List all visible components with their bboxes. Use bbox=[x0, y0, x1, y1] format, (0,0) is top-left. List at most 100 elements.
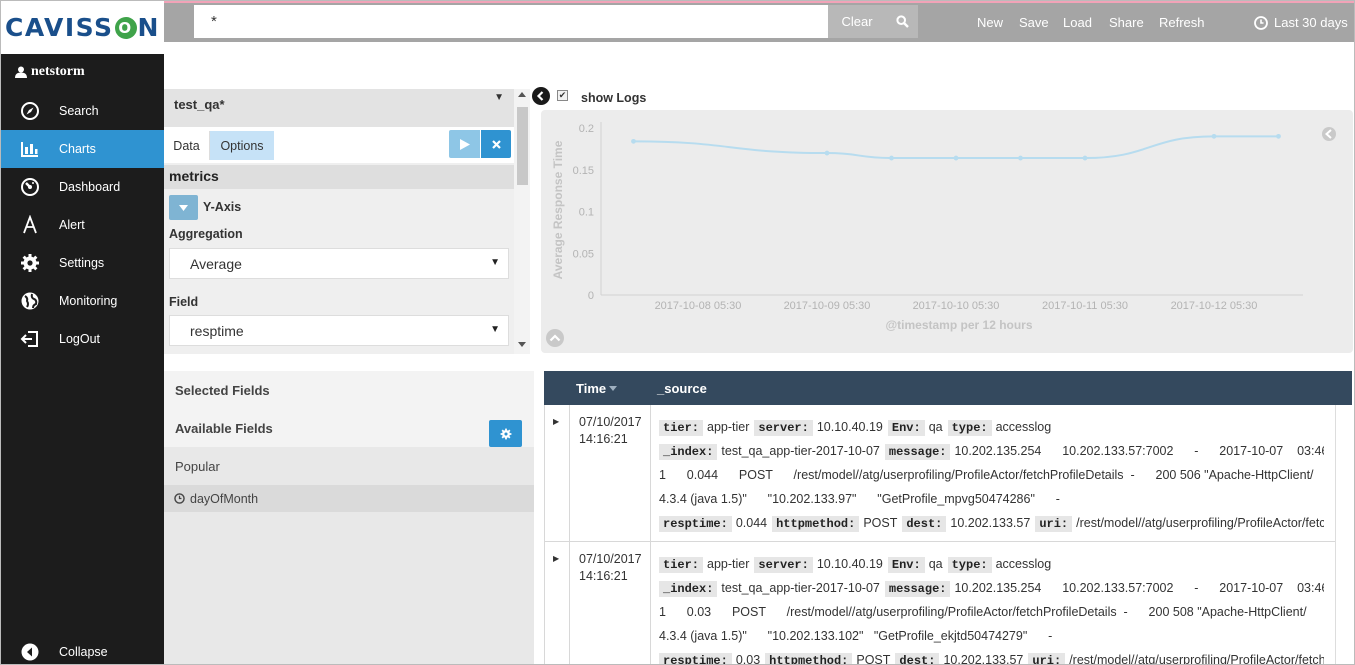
nav-label: Alert bbox=[59, 218, 85, 232]
tab-data[interactable]: Data bbox=[164, 131, 210, 160]
collapse-button[interactable]: Collapse bbox=[1, 638, 164, 664]
data-point[interactable] bbox=[631, 138, 636, 144]
search-button[interactable] bbox=[886, 5, 918, 38]
clock-icon bbox=[1254, 15, 1268, 30]
field-key: message: bbox=[884, 581, 951, 597]
top-bar: Clear New Save Load Share Refresh Last 3… bbox=[164, 1, 1354, 42]
field-value: app-tier bbox=[707, 420, 750, 434]
documents-scrollbar[interactable] bbox=[1335, 405, 1352, 664]
caret-down-icon: ▼ bbox=[494, 92, 504, 103]
play-icon bbox=[459, 138, 470, 150]
collapse-editor-button[interactable] bbox=[532, 87, 550, 105]
x-axis-title: @timestamp per 12 hours bbox=[885, 318, 1032, 332]
nav-item-monitoring[interactable]: Monitoring bbox=[1, 282, 164, 320]
load-button[interactable]: Load bbox=[1063, 15, 1092, 30]
field-key: uri: bbox=[1028, 653, 1066, 664]
nav-item-logout[interactable]: LogOut bbox=[1, 320, 164, 358]
field-value: test_qa_app-tier-2017-10-07 bbox=[721, 581, 880, 595]
field-key: tier: bbox=[659, 420, 704, 436]
field-value: POST bbox=[856, 653, 891, 665]
data-point[interactable] bbox=[953, 155, 959, 161]
apply-button[interactable] bbox=[449, 130, 480, 158]
field-settings-button[interactable] bbox=[489, 420, 522, 447]
gear-icon bbox=[500, 428, 511, 439]
share-button[interactable]: Share bbox=[1109, 15, 1144, 30]
gear-icon bbox=[1, 253, 59, 273]
nav-label: Settings bbox=[59, 256, 105, 270]
documents-table: Time _source ▶ 07/10/2017 14:16:21 tier: app… bbox=[544, 371, 1352, 665]
y-tick-label: 0.05 bbox=[573, 248, 594, 260]
new-button[interactable]: New bbox=[977, 15, 1003, 30]
y-tick-label: 0.2 bbox=[579, 123, 594, 135]
index-pattern-selector[interactable]: test_qa* ▼ bbox=[164, 89, 514, 127]
nav-item-search[interactable]: Search bbox=[1, 92, 164, 130]
field-item-dayofmonth[interactable]: dayOfMonth bbox=[164, 485, 534, 512]
x-tick-label: 2017-10-12 05:30 bbox=[1171, 300, 1258, 312]
series-line bbox=[633, 135, 1279, 160]
data-point[interactable] bbox=[1276, 133, 1281, 139]
search-icon bbox=[895, 15, 909, 28]
field-value: /rest/model//atg/userprofiling/ProfileAc… bbox=[1069, 653, 1324, 665]
editor-scroll-thumb[interactable] bbox=[517, 107, 528, 185]
nav-label: Charts bbox=[59, 142, 96, 156]
scroll-up-icon bbox=[518, 92, 526, 97]
field-value: 1 0.03 POST /rest/model//atg/userprofili… bbox=[659, 605, 1307, 619]
clear-button[interactable]: Clear bbox=[828, 5, 886, 38]
nav-item-charts[interactable]: Charts bbox=[1, 130, 164, 168]
expand-row-icon[interactable]: ▶ bbox=[553, 554, 559, 563]
scroll-down-icon bbox=[518, 342, 526, 347]
table-row[interactable]: ▶ 07/10/2017 14:16:21 tier: app-tier server: 1… bbox=[544, 542, 1352, 665]
caret-down-icon: ▼ bbox=[490, 324, 500, 335]
user-name: netstorm bbox=[31, 64, 85, 79]
field-value: accesslog bbox=[995, 557, 1052, 571]
aggregation-label: Aggregation bbox=[169, 227, 243, 241]
y-axis-toggle[interactable] bbox=[169, 195, 198, 220]
vis-editor-panel: test_qa* ▼ Data Options metrics Y-Axis A… bbox=[164, 89, 514, 354]
time-column-header[interactable]: Time bbox=[576, 381, 618, 396]
field-key: _index: bbox=[659, 444, 718, 460]
nav-item-dashboard[interactable]: Dashboard bbox=[1, 168, 164, 206]
bar-chart-icon bbox=[1, 139, 59, 159]
aggregation-select[interactable]: Average ▼ bbox=[169, 248, 509, 279]
legend-toggle-icon[interactable] bbox=[1322, 127, 1336, 141]
aggregation-value: Average bbox=[190, 256, 242, 272]
y-tick-label: 0.15 bbox=[573, 165, 594, 177]
field-key: httpmethod: bbox=[765, 653, 853, 664]
data-point[interactable] bbox=[1211, 133, 1217, 139]
data-point[interactable] bbox=[889, 155, 894, 161]
data-point[interactable] bbox=[1082, 155, 1088, 161]
data-point[interactable] bbox=[824, 150, 830, 156]
source-line: resptime: 0.044 httpmethod: POST dest: 10.202… bbox=[659, 511, 1324, 535]
metrics-header: metrics bbox=[164, 165, 514, 189]
field-value: qa bbox=[928, 557, 943, 571]
nav-item-alert[interactable]: Alert bbox=[1, 206, 164, 244]
nav-item-settings[interactable]: Settings bbox=[1, 244, 164, 282]
field-key: Env: bbox=[887, 557, 925, 573]
field-key: dest: bbox=[902, 516, 947, 532]
data-point[interactable] bbox=[1018, 155, 1023, 161]
field-key: message: bbox=[884, 444, 951, 460]
dashboard-icon bbox=[1, 177, 59, 197]
chevron-left-icon bbox=[532, 87, 550, 105]
show-logs-checkbox[interactable]: ✔ bbox=[557, 90, 568, 101]
editor-scrollbar[interactable] bbox=[514, 89, 530, 354]
field-value: accesslog bbox=[995, 420, 1052, 434]
discard-button[interactable] bbox=[481, 130, 511, 158]
refresh-button[interactable]: Refresh bbox=[1159, 15, 1205, 30]
expand-row-icon[interactable]: ▶ bbox=[553, 417, 559, 426]
field-key: resptime: bbox=[659, 653, 732, 664]
show-logs-label: show Logs bbox=[581, 91, 647, 105]
collapse-chart-icon[interactable] bbox=[546, 329, 564, 347]
field-select[interactable]: resptime ▼ bbox=[169, 315, 509, 346]
index-pattern-label: test_qa* bbox=[174, 97, 225, 112]
save-button[interactable]: Save bbox=[1019, 15, 1049, 30]
query-input[interactable] bbox=[194, 5, 828, 38]
field-value: 1 0.044 POST /rest/model//atg/userprofil… bbox=[659, 468, 1314, 482]
field-key: type: bbox=[947, 420, 992, 436]
table-row[interactable]: ▶ 07/10/2017 14:16:21 tier: app-tier server: 1… bbox=[544, 405, 1352, 542]
tab-options[interactable]: Options bbox=[210, 131, 274, 160]
source-line: _index: test_qa_app-tier-2017-10-07 messag… bbox=[659, 576, 1324, 600]
fields-panel: Selected Fields Available Fields Popular… bbox=[164, 371, 534, 664]
field-value: 10.10.40.19 bbox=[816, 557, 883, 571]
time-picker[interactable]: Last 30 days bbox=[1254, 15, 1348, 30]
